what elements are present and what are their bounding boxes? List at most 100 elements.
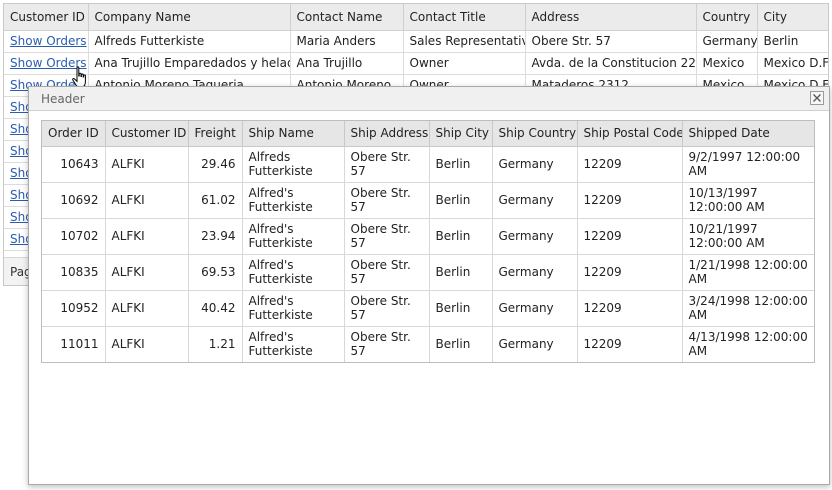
ship-postal-code-cell: 12209 [576, 145, 683, 183]
column-header[interactable]: Ship City [428, 121, 493, 147]
customer-id-cell: ALFKI [104, 253, 189, 291]
customer-id-cell: ALFKI [104, 145, 189, 183]
table-row: Show Orders Ana Trujillo Emparedados y h… [4, 51, 828, 75]
customer-id-cell: ALFKI [104, 217, 189, 255]
column-header[interactable]: Ship Name [241, 121, 345, 147]
company-name-cell: Alfreds Futterkiste [87, 29, 291, 53]
country-cell: Germany [695, 29, 758, 53]
order-id-cell: 11011 [42, 325, 106, 362]
freight-cell: 1.21 [187, 325, 243, 362]
column-header[interactable]: Order ID [42, 121, 106, 147]
table-row: 10835 ALFKI 69.53 Alfred's Futterkiste O… [42, 253, 814, 291]
column-header[interactable]: Customer ID [104, 121, 189, 147]
orders-popup: Header Order ID Customer ID Freight Ship… [28, 86, 830, 485]
column-header[interactable]: Ship Postal Code [576, 121, 683, 147]
company-name-cell: Ana Trujillo Emparedados y helados [87, 51, 291, 75]
popup-header[interactable]: Header [29, 87, 829, 111]
orders-header-row: Order ID Customer ID Freight Ship Name S… [42, 121, 814, 147]
close-icon [813, 94, 821, 102]
ship-country-cell: Germany [491, 253, 578, 291]
column-header[interactable]: Address [524, 4, 697, 31]
table-row: 10692 ALFKI 61.02 Alfred's Futterkiste O… [42, 181, 814, 219]
ship-country-cell: Germany [491, 181, 578, 219]
column-header[interactable]: Contact Title [402, 4, 526, 31]
ship-city-cell: Berlin [428, 217, 493, 255]
freight-cell: 61.02 [187, 181, 243, 219]
freight-cell: 23.94 [187, 217, 243, 255]
column-header[interactable]: Freight [187, 121, 243, 147]
shipped-date-cell: 1/21/1998 12:00:00 AM [681, 253, 814, 291]
table-row: 11011 ALFKI 1.21 Alfred's Futterkiste Ob… [42, 325, 814, 362]
address-cell: Obere Str. 57 [524, 29, 697, 53]
ship-name-cell: Alfreds Futterkiste [241, 145, 345, 183]
ship-city-cell: Berlin [428, 181, 493, 219]
ship-country-cell: Germany [491, 325, 578, 362]
table-row: 10952 ALFKI 40.42 Alfred's Futterkiste O… [42, 289, 814, 327]
column-header[interactable]: Customer ID [4, 4, 89, 31]
ship-city-cell: Berlin [428, 325, 493, 362]
ship-country-cell: Germany [491, 289, 578, 327]
ship-address-cell: Obere Str. 57 [343, 217, 430, 255]
popup-title: Header [41, 92, 85, 106]
column-header[interactable]: Contact Name [289, 4, 404, 31]
contact-title-cell: Owner [402, 51, 526, 75]
shipped-date-cell: 4/13/1998 12:00:00 AM [681, 325, 814, 362]
table-row: 10702 ALFKI 23.94 Alfred's Futterkiste O… [42, 217, 814, 255]
order-id-cell: 10643 [42, 145, 106, 183]
ship-city-cell: Berlin [428, 289, 493, 327]
show-orders-link[interactable]: Show Orders [10, 34, 87, 48]
ship-country-cell: Germany [491, 217, 578, 255]
column-header[interactable]: Ship Country [491, 121, 578, 147]
ship-name-cell: Alfred's Futterkiste [241, 253, 345, 291]
ship-address-cell: Obere Str. 57 [343, 325, 430, 362]
order-id-cell: 10952 [42, 289, 106, 327]
column-header[interactable]: City [756, 4, 828, 31]
column-header[interactable]: Shipped Date [681, 121, 814, 147]
ship-postal-code-cell: 12209 [576, 217, 683, 255]
order-id-cell: 10692 [42, 181, 106, 219]
ship-name-cell: Alfred's Futterkiste [241, 325, 345, 362]
customers-header-row: Customer ID Company Name Contact Name Co… [4, 4, 828, 31]
ship-city-cell: Berlin [428, 145, 493, 183]
ship-address-cell: Obere Str. 57 [343, 181, 430, 219]
freight-cell: 69.53 [187, 253, 243, 291]
column-header[interactable]: Ship Address [343, 121, 430, 147]
ship-address-cell: Obere Str. 57 [343, 145, 430, 183]
city-cell: Berlin [756, 29, 828, 53]
ship-postal-code-cell: 12209 [576, 253, 683, 291]
table-row: Show Orders Alfreds Futterkiste Maria An… [4, 29, 828, 53]
table-row: 10643 ALFKI 29.46 Alfreds Futterkiste Ob… [42, 145, 814, 183]
contact-title-cell: Sales Representative [402, 29, 526, 53]
customer-id-cell: ALFKI [104, 181, 189, 219]
address-cell: Avda. de la Constitucion 2222 [524, 51, 697, 75]
contact-name-cell: Ana Trujillo [289, 51, 404, 75]
column-header[interactable]: Company Name [87, 4, 291, 31]
customer-id-cell: ALFKI [104, 289, 189, 327]
ship-name-cell: Alfred's Futterkiste [241, 289, 345, 327]
ship-name-cell: Alfred's Futterkiste [241, 181, 345, 219]
column-header[interactable]: Country [695, 4, 758, 31]
contact-name-cell: Maria Anders [289, 29, 404, 53]
freight-cell: 29.46 [187, 145, 243, 183]
ship-address-cell: Obere Str. 57 [343, 289, 430, 327]
order-id-cell: 10835 [42, 253, 106, 291]
shipped-date-cell: 9/2/1997 12:00:00 AM [681, 145, 814, 183]
orders-grid: Order ID Customer ID Freight Ship Name S… [41, 120, 815, 363]
order-id-cell: 10702 [42, 217, 106, 255]
ship-postal-code-cell: 12209 [576, 289, 683, 327]
ship-address-cell: Obere Str. 57 [343, 253, 430, 291]
ship-postal-code-cell: 12209 [576, 181, 683, 219]
ship-postal-code-cell: 12209 [576, 325, 683, 362]
freight-cell: 40.42 [187, 289, 243, 327]
customer-id-cell: ALFKI [104, 325, 189, 362]
orders-table: Order ID Customer ID Freight Ship Name S… [42, 121, 814, 362]
ship-name-cell: Alfred's Futterkiste [241, 217, 345, 255]
close-button[interactable] [810, 91, 824, 105]
shipped-date-cell: 10/21/1997 12:00:00 AM [681, 217, 814, 255]
shipped-date-cell: 10/13/1997 12:00:00 AM [681, 181, 814, 219]
ship-city-cell: Berlin [428, 253, 493, 291]
ship-country-cell: Germany [491, 145, 578, 183]
country-cell: Mexico [695, 51, 758, 75]
shipped-date-cell: 3/24/1998 12:00:00 AM [681, 289, 814, 327]
city-cell: Mexico D.F. [756, 51, 828, 75]
